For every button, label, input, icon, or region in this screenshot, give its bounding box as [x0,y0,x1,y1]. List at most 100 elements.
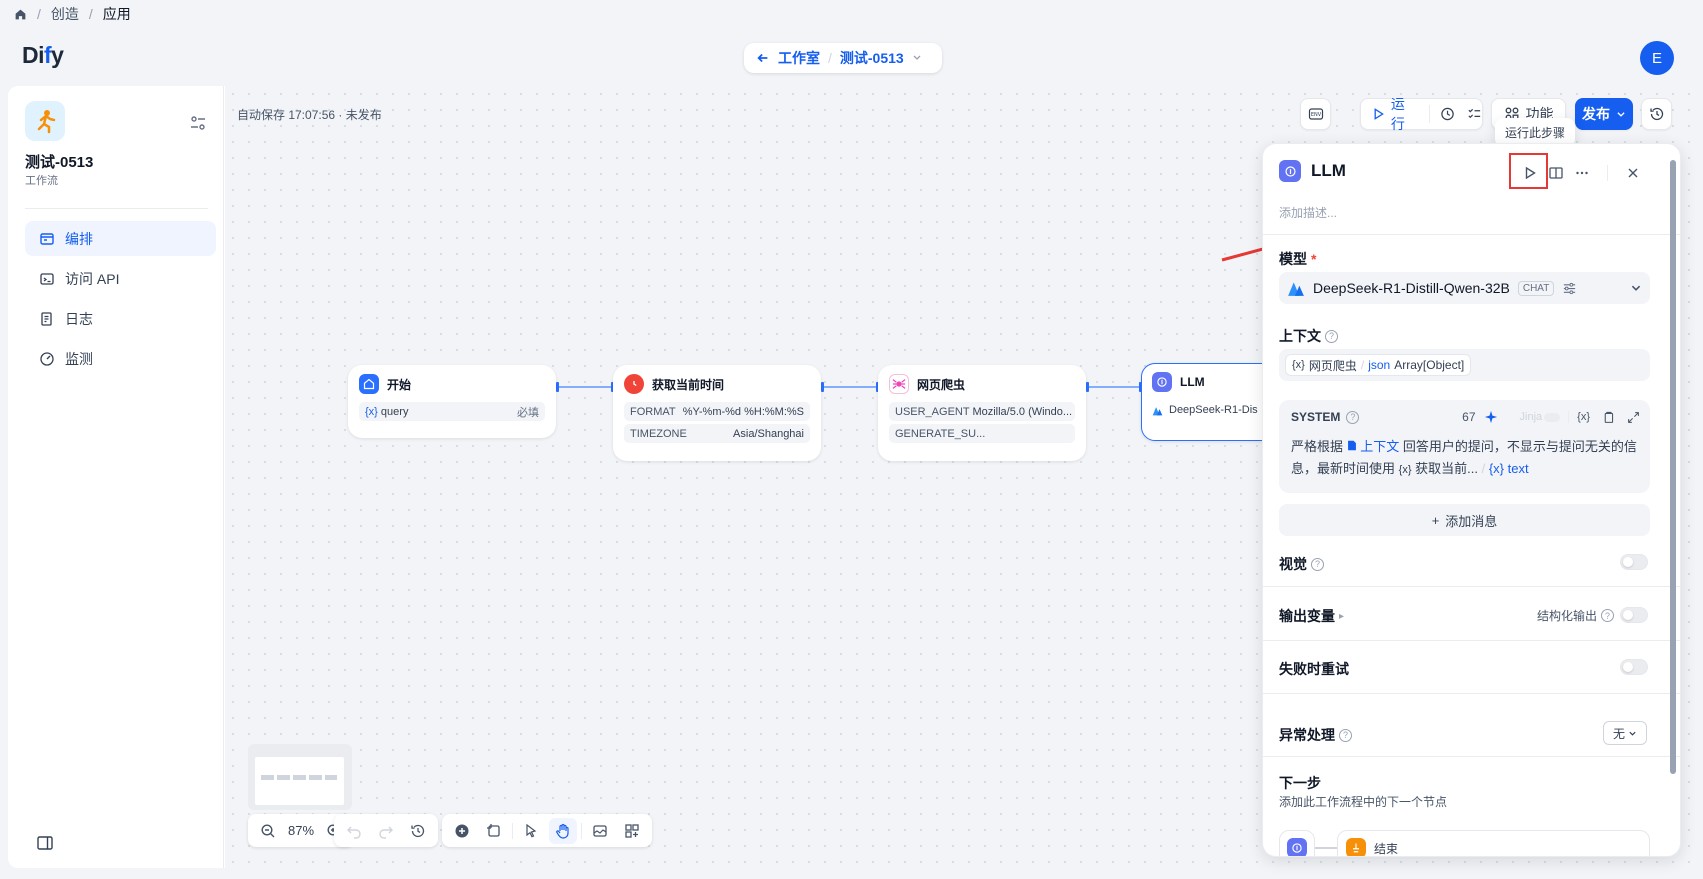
current-app-name[interactable]: 测试-0513 [840,48,904,68]
sliders-icon[interactable] [1562,281,1577,296]
run-button[interactable]: 运行 [1371,94,1417,134]
spider-icon [889,374,909,394]
sidebar-item-orchestrate[interactable]: 编排 [25,221,216,256]
hand-icon [556,823,569,839]
divider [1263,756,1680,757]
node-start[interactable]: 开始 {x} query 必填 [348,365,556,438]
output-variables-label[interactable]: 输出变量 ▸ [1279,606,1344,626]
checklist-icon[interactable] [1467,106,1482,122]
play-icon [1374,108,1384,120]
node-param-row: USER_AGENT Mozilla/5.0 (Windo... [889,402,1075,421]
help-icon[interactable]: ? [1601,609,1615,622]
breadcrumb-separator: / [37,6,41,22]
breadcrumb-item-create[interactable]: 创造 [51,4,79,24]
llm-icon [1152,372,1172,392]
undo-button[interactable] [340,818,368,844]
model-selector[interactable]: DeepSeek-R1-Distill-Qwen-32B CHAT [1279,272,1650,304]
help-icon[interactable]: ? [1346,410,1360,424]
next-node-end[interactable]: 结束 [1337,830,1650,856]
node-port[interactable] [556,382,559,392]
settings-toggle-icon[interactable] [188,113,208,133]
env-button[interactable]: ENV [1300,98,1331,130]
back-to-studio-link[interactable]: 工作室 [778,48,820,68]
copy-icon[interactable] [1602,411,1615,424]
home-icon[interactable] [14,8,27,21]
log-icon [41,311,52,326]
terminal-icon [40,272,54,285]
add-note-button[interactable] [480,818,508,844]
node-web-crawler[interactable]: 网页爬虫 USER_AGENT Mozilla/5.0 (Windo... GE… [878,365,1086,461]
breadcrumb-item-apps[interactable]: 应用 [103,4,131,24]
hand-mode-button[interactable] [549,817,577,844]
node-title: 获取当前时间 [652,377,725,392]
jinja-label: Jinja [1519,411,1543,423]
node-get-time[interactable]: 获取当前时间 FORMAT %Y-%m-%d %H:%M:%S TIMEZONE A… [613,365,821,461]
redo-button[interactable] [372,818,400,844]
more-options-button[interactable] [1569,160,1595,186]
sidebar-item-label: 监测 [65,350,93,367]
vision-toggle[interactable] [1620,554,1648,570]
app-switcher[interactable]: 工作室 / 测试-0513 [744,43,942,73]
next-step-description: 添加此工作流程中的下一个节点 [1279,795,1448,809]
system-prompt-text[interactable]: 严格根据 上下文 回答用户的提问，不显示与提问无关的信息，最新时间使用 {x} … [1291,436,1637,481]
minimap[interactable] [248,744,352,810]
run-history-icon[interactable] [1440,106,1455,122]
close-panel-button[interactable] [1620,160,1646,186]
context-label: 上下文? [1279,326,1338,346]
token-count: 67 [1462,410,1476,424]
edge [823,386,876,388]
close-icon [1628,168,1638,178]
chevron-down-icon [1617,112,1625,117]
clock-icon [624,374,644,394]
system-prompt-editor[interactable]: SYSTEM ? 67 Jinja {x} 严格根据 上下文 回答用户的提问，不… [1279,400,1650,493]
sidebar-item-monitor[interactable]: 监测 [25,341,216,376]
model-mode-tag: CHAT [1517,280,1555,296]
runner-icon [37,110,56,134]
organize-blocks-button[interactable] [618,818,646,844]
sidebar: 测试-0513 工作流 编排 访问 API 日志 监测 [8,86,224,868]
breadcrumb-separator: / [88,6,93,22]
next-step-label: 下一步 [1279,775,1321,791]
context-variable-chip[interactable]: {x} 网页爬虫 / json Array[Object] [1285,354,1472,376]
description-input[interactable]: 添加描述... [1279,204,1337,221]
add-message-button[interactable]: + 添加消息 [1279,504,1650,536]
export-image-button[interactable] [586,818,614,844]
expand-icon[interactable] [1627,411,1640,424]
help-icon[interactable]: ? [1311,557,1324,571]
note-icon [487,823,500,837]
panel-title[interactable]: LLM [1311,161,1346,181]
plus-circle-icon [455,824,469,837]
change-history-button[interactable] [404,818,432,844]
panel-scrollbar[interactable] [1670,160,1676,774]
sidebar-item-api[interactable]: 访问 API [25,261,216,296]
node-port[interactable] [1086,382,1089,392]
publish-button[interactable]: 发布 [1575,98,1633,130]
redo-icon [379,826,393,839]
app-icon [25,101,65,141]
divider [1263,693,1680,694]
jinja-toggle[interactable] [1544,412,1561,422]
help-icon[interactable]: ? [1339,728,1352,742]
context-selector[interactable]: {x} 网页爬虫 / json Array[Object] [1279,349,1650,381]
structured-output-toggle[interactable] [1620,607,1648,623]
sparkle-icon[interactable] [1484,410,1498,424]
divider [1263,234,1680,235]
user-avatar[interactable]: E [1640,41,1674,75]
help-icon[interactable]: ? [1325,329,1338,343]
divider [1263,640,1680,641]
collapse-sidebar-icon[interactable] [36,834,54,852]
insert-variable-button[interactable]: {x} [1577,411,1590,423]
zoom-level[interactable]: 87% [286,823,316,838]
pointer-mode-button[interactable] [517,818,545,844]
retry-toggle[interactable] [1620,659,1648,675]
error-handling-select[interactable]: 无 [1603,721,1647,745]
node-port[interactable] [821,382,824,392]
dify-logo[interactable]: Dify [22,42,64,69]
sidebar-app-type: 工作流 [25,175,58,187]
zoom-out-button[interactable] [254,818,282,844]
add-node-button[interactable] [448,818,476,844]
version-history-button[interactable] [1641,98,1672,130]
history-icon [1649,107,1663,121]
file-icon [1347,440,1356,451]
sidebar-item-logs[interactable]: 日志 [25,301,216,336]
